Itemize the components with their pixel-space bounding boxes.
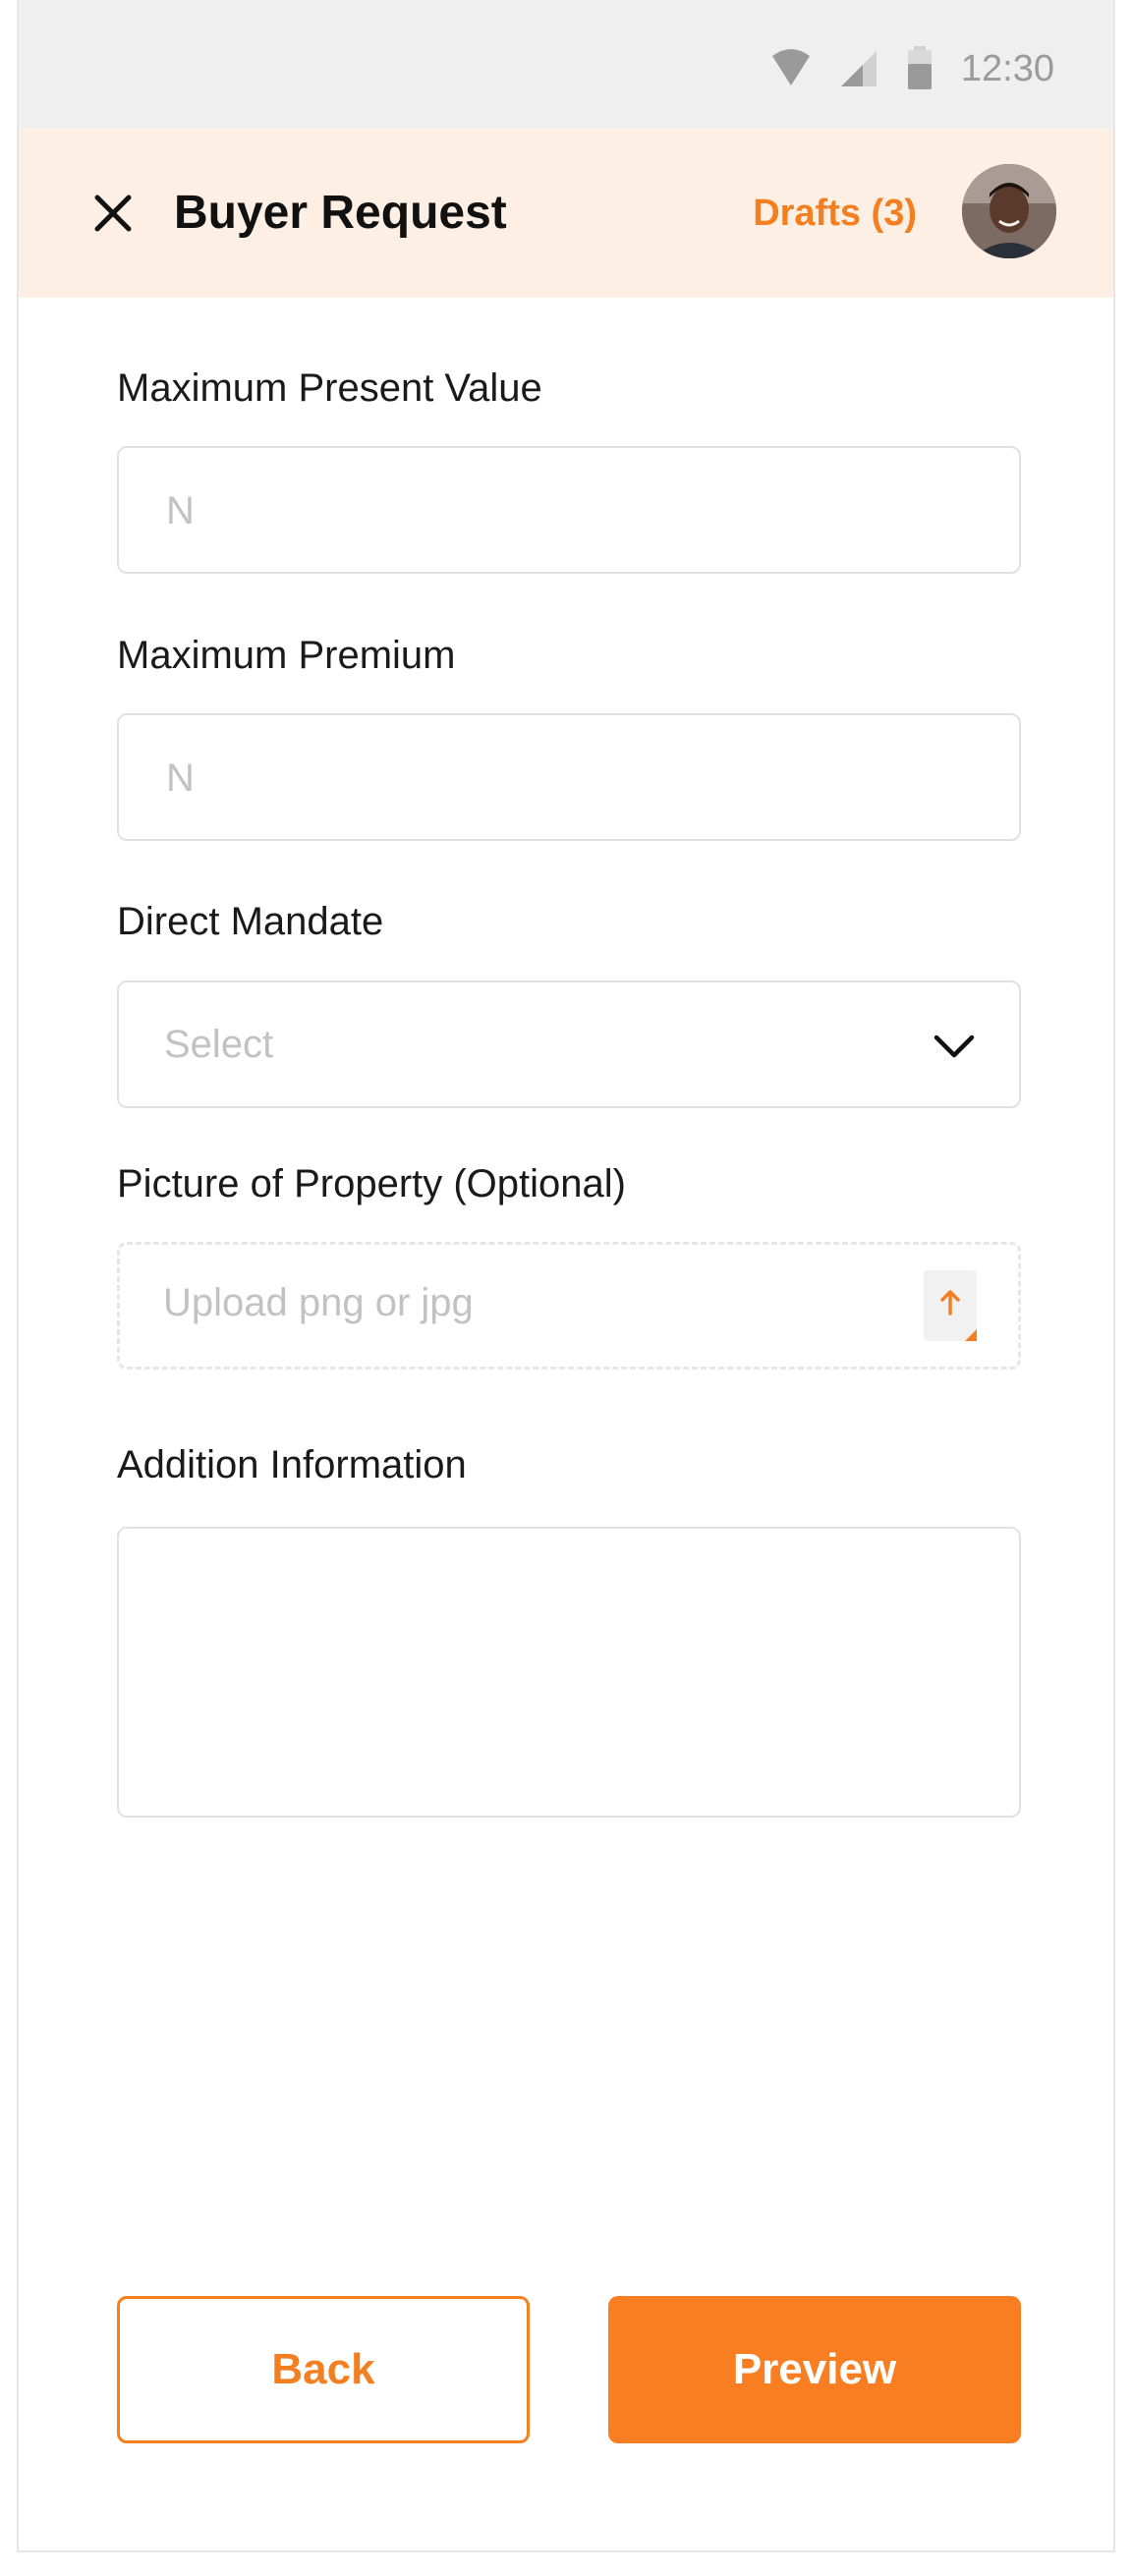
max-present-value-label: Maximum Present Value [117, 366, 542, 410]
app-screen: 12:30 Buyer Request Drafts (3) Maximum P… [17, 0, 1115, 2552]
max-premium-label: Maximum Premium [117, 634, 456, 677]
chevron-down-icon [934, 1035, 975, 1058]
max-premium-field [117, 713, 1021, 841]
upload-arrow-icon [940, 1290, 977, 1341]
status-time: 12:30 [960, 47, 1054, 89]
max-present-value-field [117, 446, 1021, 574]
close-icon [94, 195, 132, 232]
picture-upload-dropzone[interactable]: Upload png or jpg [117, 1242, 1021, 1370]
status-icons: 12:30 [770, 39, 1054, 98]
additional-info-label: Addition Information [117, 1443, 467, 1486]
upload-icon[interactable] [924, 1270, 977, 1341]
close-button[interactable] [76, 176, 150, 251]
back-button[interactable]: Back [117, 2296, 530, 2443]
direct-mandate-label: Direct Mandate [117, 900, 384, 943]
additional-info-textarea[interactable] [158, 1558, 984, 1790]
app-header: Buyer Request Drafts (3) [19, 129, 1113, 298]
avatar[interactable] [962, 164, 1056, 258]
direct-mandate-selected-value: Select [164, 1023, 274, 1066]
direct-mandate-select[interactable]: Select [117, 980, 1021, 1108]
battery-icon [907, 46, 932, 89]
page-title: Buyer Request [174, 187, 507, 239]
preview-button[interactable]: Preview [608, 2296, 1021, 2443]
status-bar: 12:30 [19, 0, 1113, 129]
max-present-value-input[interactable] [164, 448, 954, 574]
picture-label: Picture of Property (Optional) [117, 1162, 626, 1205]
drafts-link[interactable]: Drafts (3) [753, 188, 917, 239]
user-avatar-image [962, 164, 1056, 258]
wifi-icon [771, 49, 810, 85]
picture-upload-placeholder: Upload png or jpg [163, 1281, 474, 1324]
signal-icon [840, 51, 877, 86]
max-premium-input[interactable] [164, 715, 954, 841]
additional-info-field [117, 1527, 1021, 1818]
